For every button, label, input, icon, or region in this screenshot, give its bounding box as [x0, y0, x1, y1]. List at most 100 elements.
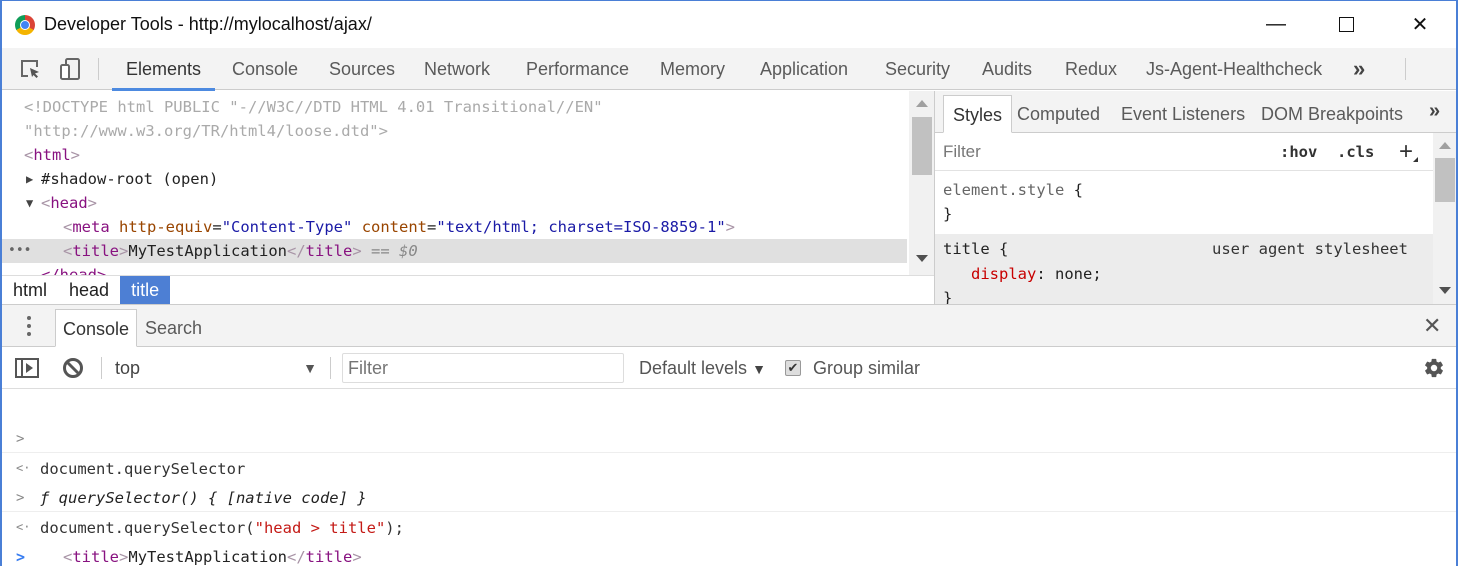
tab-redux[interactable]: Redux	[1065, 48, 1117, 90]
console-result-message[interactable]: <· <title>MyTestApplication</title>	[2, 482, 1456, 566]
drawer-tab-console[interactable]: Console	[55, 309, 138, 347]
tab-styles[interactable]: Styles	[943, 95, 1013, 133]
new-rule-menu-icon[interactable]	[1413, 157, 1418, 162]
breadcrumb-html[interactable]: html	[2, 276, 58, 304]
closing-tag: </head>	[41, 266, 107, 275]
hover-state-toggle[interactable]: :hov	[1280, 133, 1317, 171]
log-levels-dropdown[interactable]: Default levels ▼	[639, 347, 766, 389]
dom-node-head-close[interactable]: </head>	[2, 263, 907, 275]
tag-bracket: >	[119, 548, 129, 566]
group-similar-label[interactable]: Group similar	[813, 347, 920, 389]
new-style-rule-button[interactable]: +	[1399, 133, 1413, 171]
scroll-up-icon[interactable]	[916, 100, 928, 107]
drawer-tab-search[interactable]: Search	[145, 309, 202, 347]
inspect-element-icon	[21, 60, 39, 78]
console-input-message[interactable]: > document.querySelector	[2, 394, 1456, 478]
console-filter-input[interactable]	[342, 353, 624, 383]
more-styles-tabs-button[interactable]: »	[1429, 91, 1440, 130]
ua-style-rule: title { user agent stylesheet display: n…	[935, 234, 1433, 304]
tag-name: title	[305, 242, 353, 260]
console-input-message[interactable]: > document.querySelector("head > title")…	[2, 453, 1456, 537]
dom-node-title-selected[interactable]: ••• <title>MyTestApplication</title> == $…	[2, 239, 907, 263]
selected-node-marker: == $0	[361, 242, 418, 260]
devtools-main-toolbar: Elements Console Sources Network Perform…	[2, 48, 1456, 125]
class-toggle[interactable]: .cls	[1337, 133, 1374, 171]
toggle-sidebar-button[interactable]	[15, 347, 39, 389]
tab-computed[interactable]: Computed	[1017, 91, 1100, 133]
style-rule-selector[interactable]: title {	[943, 237, 1008, 261]
style-declaration[interactable]: display: none;	[971, 262, 1102, 286]
tab-performance[interactable]: Performance	[526, 48, 629, 90]
tag-bracket: >	[119, 242, 129, 260]
collapse-triangle-icon[interactable]: ▼	[26, 191, 33, 215]
tab-event-listeners[interactable]: Event Listeners	[1121, 91, 1245, 133]
tag-bracket: </	[287, 548, 306, 566]
tab-dom-breakpoints[interactable]: DOM Breakpoints	[1261, 91, 1403, 133]
attr-eq: =	[427, 218, 437, 236]
device-toolbar-button[interactable]	[56, 48, 84, 90]
tag-name: title	[72, 548, 120, 566]
console-settings-button[interactable]	[1423, 347, 1445, 389]
dom-node-doctype[interactable]: <!DOCTYPE html PUBLIC "-//W3C//DTD HTML …	[2, 95, 907, 119]
tab-console[interactable]: Console	[232, 48, 298, 90]
breadcrumb-title[interactable]: title	[120, 276, 171, 304]
context-selector[interactable]: top ▼	[115, 347, 320, 389]
tag-name: title	[72, 242, 120, 260]
styles-filter-input[interactable]: Filter	[943, 133, 981, 171]
scroll-up-icon[interactable]	[1439, 142, 1451, 149]
console-prompt-input[interactable]: >	[2, 512, 1456, 566]
tab-elements[interactable]: Elements	[111, 48, 216, 91]
style-rule-close: }	[943, 286, 952, 304]
scroll-down-icon[interactable]	[916, 255, 928, 262]
expand-triangle-icon[interactable]: ▶	[26, 167, 33, 191]
scroll-thumb[interactable]	[912, 117, 932, 175]
drawer-menu-button[interactable]	[27, 316, 31, 336]
elements-scrollbar[interactable]	[909, 91, 934, 275]
tab-js-agent-healthcheck[interactable]: Js-Agent-Healthcheck	[1146, 48, 1322, 90]
dom-node-head[interactable]: ▼ <head>	[2, 191, 907, 215]
styles-scrollbar[interactable]	[1433, 133, 1456, 304]
tag-name: meta	[72, 218, 110, 236]
node-actions-dots[interactable]: •••	[8, 239, 31, 263]
attr-value: "text/html; charset=ISO-8859-1"	[436, 218, 726, 236]
more-tabs-button[interactable]: »	[1353, 48, 1365, 90]
tab-security[interactable]: Security	[885, 48, 950, 90]
doctype-text: <!DOCTYPE html PUBLIC "-//W3C//DTD HTML …	[24, 98, 603, 116]
tab-application[interactable]: Application	[760, 48, 848, 90]
close-drawer-button[interactable]: ✕	[1423, 305, 1441, 347]
tag-bracket: <	[63, 548, 73, 566]
console-result-message[interactable]: <· ƒ querySelector() { [native code] }	[2, 423, 1456, 507]
close-window-button[interactable]: ✕	[1390, 1, 1450, 48]
maximize-button[interactable]	[1316, 1, 1376, 48]
tab-sources[interactable]: Sources	[329, 48, 395, 90]
inspect-element-button[interactable]	[16, 48, 44, 90]
tag-bracket: >	[725, 218, 735, 236]
style-rule-selector[interactable]: element.style {	[943, 178, 1083, 202]
dom-node-html[interactable]: <html>	[2, 143, 907, 167]
toolbar-separator	[101, 357, 102, 379]
dom-node-shadow-root[interactable]: ▶ #shadow-root (open)	[2, 167, 907, 191]
brace: {	[1064, 181, 1083, 199]
tag-bracket: <	[63, 218, 73, 236]
breadcrumb-head[interactable]: head	[58, 276, 120, 304]
tag-bracket: >	[70, 146, 81, 164]
dom-node-doctype-cont[interactable]: "http://www.w3.org/TR/html4/loose.dtd">	[2, 119, 907, 143]
group-similar-checkbox[interactable]: ✔	[785, 360, 801, 376]
tab-memory[interactable]: Memory	[660, 48, 725, 90]
tab-network[interactable]: Network	[424, 48, 490, 90]
selector-text: element.style	[943, 181, 1065, 199]
clear-console-button[interactable]	[62, 347, 84, 389]
tab-audits[interactable]: Audits	[982, 48, 1032, 90]
window-title-bar: Developer Tools - http://mylocalhost/aja…	[2, 1, 1456, 48]
minimize-button[interactable]: —	[1246, 1, 1306, 48]
minimize-icon: —	[1266, 13, 1286, 35]
tag-bracket: <	[63, 242, 73, 260]
scroll-down-icon[interactable]	[1439, 287, 1451, 294]
element-result[interactable]: <title>MyTestApplication</title>	[63, 542, 362, 566]
toolbar-separator	[330, 357, 331, 379]
colon: :	[1036, 265, 1055, 283]
dom-node-meta[interactable]: <meta http-equiv="Content-Type" content=…	[2, 215, 907, 239]
kebab-dot	[27, 316, 31, 320]
scroll-thumb[interactable]	[1435, 158, 1455, 202]
brace: }	[943, 289, 953, 304]
